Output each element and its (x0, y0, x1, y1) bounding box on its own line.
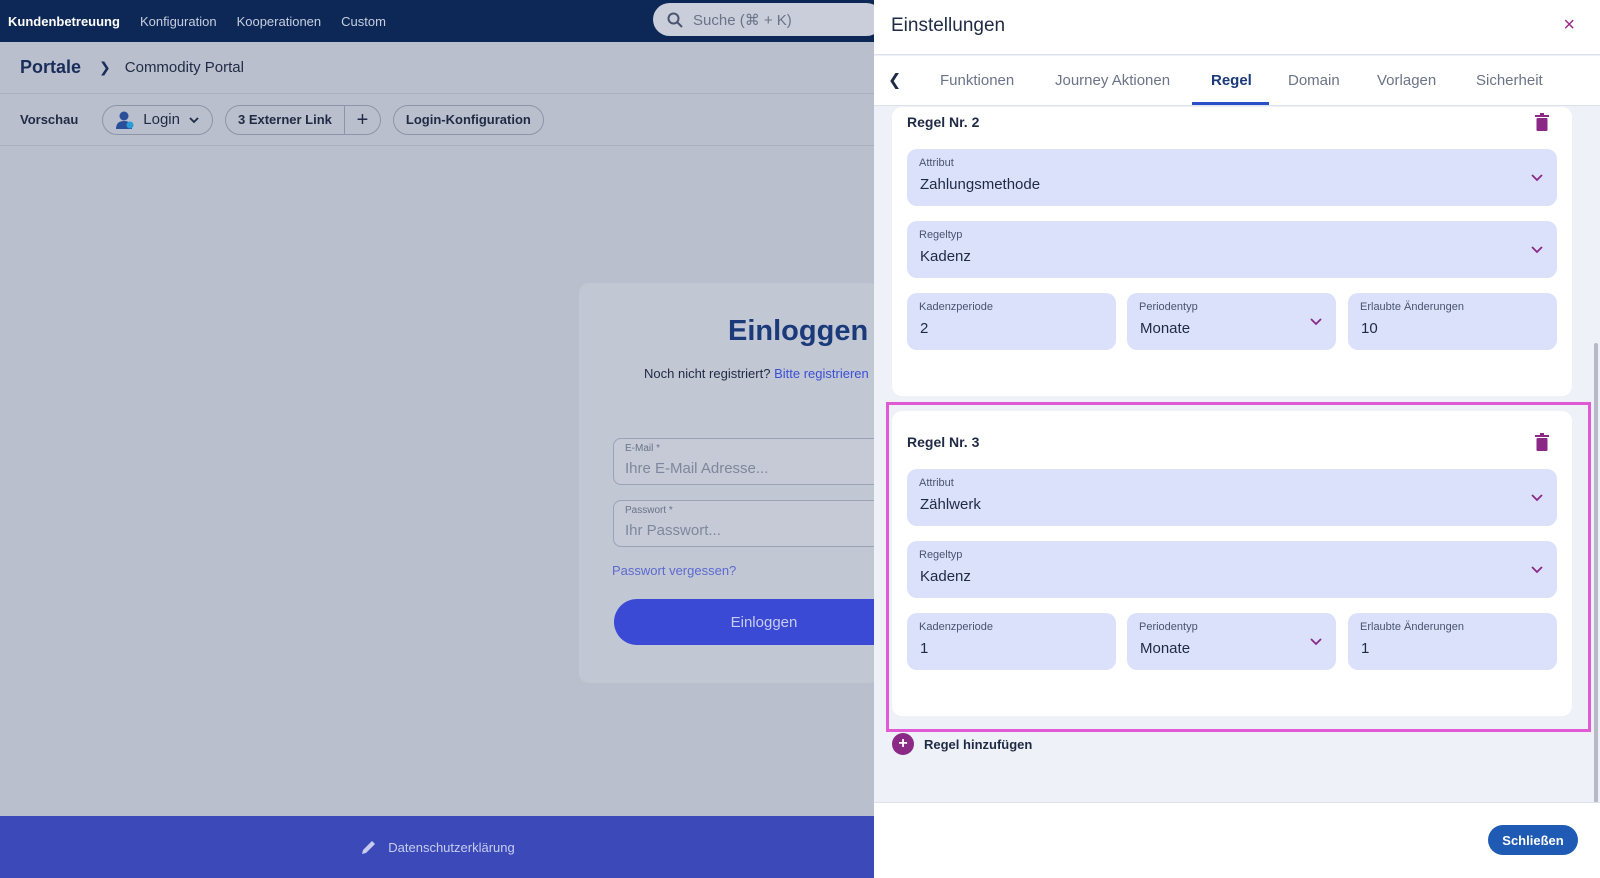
period-type-select[interactable]: Periodentyp Monate (1127, 293, 1336, 350)
preview-footer: Datenschutzerklärung (0, 816, 875, 878)
rule-highlight-frame (886, 402, 1591, 732)
allowed-changes-input[interactable]: Erlaubte Änderungen 10 (1348, 293, 1557, 350)
nav-item-konfiguration[interactable]: Konfiguration (140, 14, 217, 29)
plus-icon[interactable]: + (343, 104, 380, 135)
breadcrumb-page: Commodity Portal (124, 59, 244, 76)
ruletype-label: Regeltyp (919, 229, 963, 241)
cadence-period-value: 2 (920, 320, 929, 337)
login-title: Einloggen (728, 315, 869, 347)
attribute-value: Zahlungsmethode (920, 176, 1041, 193)
ruletype-select[interactable]: Regeltyp Kadenz (907, 221, 1557, 278)
external-links-group: 3 Externer Link + (224, 104, 381, 135)
allowed-changes-label: Erlaubte Änderungen (1360, 301, 1464, 313)
chevron-down-icon (1531, 174, 1543, 182)
attribute-select[interactable]: Attribut Zahlungsmethode (907, 149, 1557, 206)
tab-journey-aktionen[interactable]: Journey Aktionen (1055, 72, 1170, 89)
tab-regel[interactable]: Regel (1211, 72, 1252, 89)
login-preview-card: Einloggen Noch nicht registriert? Bitte … (579, 283, 914, 683)
chevron-left-icon[interactable]: ❮ (888, 70, 901, 90)
login-dropdown[interactable]: Login (102, 104, 213, 135)
cadence-period-label: Kadenzperiode (919, 301, 994, 313)
forgot-password-link[interactable]: Passwort vergessen? (612, 563, 736, 578)
period-type-value: Monate (1140, 320, 1191, 337)
rule-card: Regel Nr. 2 Attribut Zahlungsmethode Reg… (892, 107, 1572, 396)
privacy-link[interactable]: Datenschutzerklärung (388, 840, 514, 855)
breadcrumb-root[interactable]: Portale (20, 57, 81, 78)
login-subtitle-text: Noch nicht registriert? (644, 366, 771, 381)
settings-footer: Schließen (874, 802, 1600, 878)
preview-toolbar: Vorschau Login 3 Externer Link + Login-K… (0, 94, 875, 146)
ruletype-value: Kadenz (920, 248, 971, 265)
nav-item-custom[interactable]: Custom (341, 14, 386, 29)
close-icon[interactable]: × (1563, 14, 1575, 37)
email-field[interactable]: E-Mail * Ihre E-Mail Adresse... (613, 438, 893, 485)
search-input[interactable]: Suche (⌘ + K) (653, 3, 883, 36)
pencil-icon[interactable] (360, 838, 378, 856)
preview-label: Vorschau (20, 112, 79, 127)
scrollbar[interactable] (1594, 343, 1598, 803)
nav-item-kooperationen[interactable]: Kooperationen (237, 14, 322, 29)
breadcrumb: Portale ❯ Commodity Portal (0, 42, 875, 94)
close-button[interactable]: Schließen (1488, 825, 1578, 855)
register-link[interactable]: Bitte registrieren (774, 366, 869, 381)
chevron-down-icon (1310, 318, 1322, 326)
chevron-down-icon (189, 116, 199, 123)
login-subtitle: Noch nicht registriert? Bitte registrier… (644, 366, 869, 381)
email-placeholder: Ihre E-Mail Adresse... (625, 460, 769, 477)
add-rule-label: Regel hinzufügen (924, 736, 1033, 752)
settings-tabs: ❮ Funktionen Journey Aktionen Regel Doma… (874, 56, 1600, 106)
tab-vorlagen[interactable]: Vorlagen (1377, 72, 1436, 89)
attribute-label: Attribut (919, 157, 954, 169)
email-label: E-Mail * (625, 443, 661, 454)
settings-panel: Einstellungen × ❮ Funktionen Journey Akt… (874, 0, 1600, 878)
settings-title: Einstellungen (891, 15, 1006, 36)
add-rule-button[interactable]: + Regel hinzufügen (892, 733, 1032, 755)
active-tab-indicator (1192, 102, 1269, 105)
login-button[interactable]: Einloggen (614, 599, 914, 645)
tab-domain[interactable]: Domain (1288, 72, 1340, 89)
rule-title: Regel Nr. 2 (907, 114, 980, 130)
plus-icon: + (892, 733, 914, 755)
password-field[interactable]: Passwort * Ihr Passwort... (613, 500, 893, 547)
allowed-changes-value: 10 (1361, 320, 1378, 337)
login-config-button[interactable]: Login-Konfiguration (392, 104, 544, 135)
password-placeholder: Ihr Passwort... (625, 522, 721, 539)
user-icon (116, 111, 134, 129)
search-placeholder: Suche (⌘ + K) (693, 11, 792, 29)
external-links-button[interactable]: 3 Externer Link (226, 105, 344, 135)
cadence-period-input[interactable]: Kadenzperiode 2 (907, 293, 1116, 350)
search-icon (667, 12, 683, 28)
password-label: Passwort * (625, 505, 673, 516)
chevron-right-icon: ❯ (99, 59, 111, 75)
nav-item-kundenbetreuung[interactable]: Kundenbetreuung (8, 14, 120, 29)
tab-funktionen[interactable]: Funktionen (940, 72, 1014, 89)
login-config-label: Login-Konfiguration (405, 112, 531, 127)
login-dropdown-label: Login (143, 111, 180, 128)
settings-header: Einstellungen × (874, 0, 1600, 55)
trash-icon[interactable] (1535, 113, 1549, 131)
tab-sicherheit[interactable]: Sicherheit (1476, 72, 1543, 89)
period-type-label: Periodentyp (1139, 301, 1198, 313)
chevron-down-icon (1531, 246, 1543, 254)
